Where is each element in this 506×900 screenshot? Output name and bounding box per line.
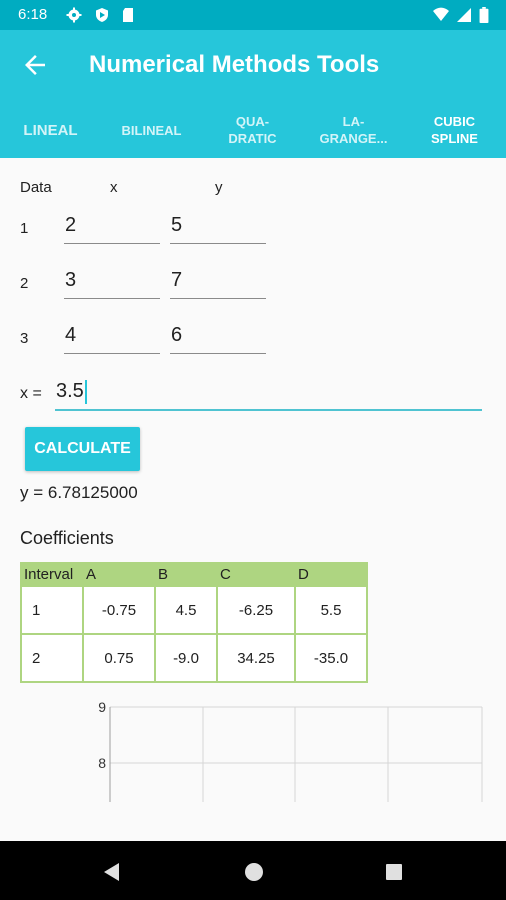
recents-icon[interactable]: [383, 861, 405, 883]
tab-bilineal[interactable]: BILINEAL: [101, 102, 202, 158]
y-tick-label: 8: [98, 755, 106, 771]
col-header-a: A: [84, 564, 154, 585]
col-header-interval: Interval: [22, 564, 82, 585]
back-icon[interactable]: [101, 861, 123, 883]
col-header-d: D: [296, 564, 366, 585]
coefficients-title: Coefficients: [20, 528, 114, 548]
graph-grid: [110, 706, 483, 802]
table-cell: 1: [22, 587, 82, 633]
x1-input[interactable]: 2: [64, 211, 160, 244]
calculate-button[interactable]: CALCULATE: [25, 427, 140, 471]
tab-label: BILINEAL: [121, 122, 182, 138]
status-bar: 6:18: [0, 0, 506, 30]
table-cell: -6.25: [218, 587, 294, 633]
col-header-c: C: [218, 564, 294, 585]
signal-icon: [457, 8, 471, 22]
x-eval-value: 3.5: [56, 380, 84, 402]
shield-icon: [96, 8, 108, 22]
back-arrow-icon[interactable]: [20, 50, 50, 80]
table-cell: 4.5: [156, 587, 216, 633]
x-eval-input[interactable]: 3.5: [55, 377, 482, 411]
status-time: 6:18: [18, 6, 48, 23]
y3-input[interactable]: 6: [170, 321, 266, 354]
tab-label: LA- GRANGE...: [319, 114, 388, 146]
table-header-row: Interval A B C D: [22, 564, 366, 585]
row-index: 3: [20, 330, 29, 347]
header-x: x: [110, 179, 118, 196]
tab-cubic-spline[interactable]: CUBIC SPLINE: [404, 102, 505, 158]
table-cell: 5.5: [296, 587, 366, 633]
settings-icon: [66, 7, 82, 23]
result-text: y = 6.78125000: [20, 483, 138, 502]
header-y: y: [215, 179, 223, 196]
table-cell: 34.25: [218, 635, 294, 681]
y-tick-label: 9: [98, 700, 106, 715]
x-eval-label: x =: [20, 385, 42, 402]
tab-quadratic[interactable]: QUA- DRATIC: [202, 102, 303, 158]
y2-input[interactable]: 7: [170, 266, 266, 299]
system-nav-bar: [0, 841, 506, 900]
tab-label: QUA- DRATIC: [228, 114, 277, 146]
sd-card-icon: [123, 8, 133, 22]
col-header-b: B: [156, 564, 216, 585]
table-cell: 2: [22, 635, 82, 681]
row-index: 2: [20, 275, 29, 292]
battery-icon: [479, 7, 489, 23]
app-bar: Numerical Methods Tools: [0, 30, 506, 102]
tab-lineal[interactable]: LINEAL: [0, 102, 101, 158]
home-icon[interactable]: [243, 861, 265, 883]
table-cell: -9.0: [156, 635, 216, 681]
tab-lagrange[interactable]: LA- GRANGE...: [303, 102, 404, 158]
row-index: 1: [20, 220, 29, 237]
table-cell: -35.0: [296, 635, 366, 681]
method-tabs: LINEAL BILINEAL QUA- DRATIC LA- GRANGE..…: [0, 102, 506, 158]
x2-input[interactable]: 3: [64, 266, 160, 299]
wifi-icon: [433, 7, 449, 21]
y1-input[interactable]: 5: [170, 211, 266, 244]
table-cell: 0.75: [84, 635, 154, 681]
table-row: 2 0.75 -9.0 34.25 -35.0: [22, 635, 366, 681]
table-row: 1 -0.75 4.5 -6.25 5.5: [22, 587, 366, 633]
text-cursor: [84, 379, 87, 404]
header-data: Data: [20, 179, 52, 196]
tab-label: LINEAL: [23, 121, 78, 139]
coefficients-table: Interval A B C D 1 -0.75 4.5 -6.25 5.5 2…: [20, 562, 368, 683]
spline-graph: 9 8: [98, 700, 483, 802]
tab-label: CUBIC SPLINE: [431, 114, 478, 146]
page-title: Numerical Methods Tools: [89, 51, 380, 78]
x3-input[interactable]: 4: [64, 321, 160, 354]
table-cell: -0.75: [84, 587, 154, 633]
